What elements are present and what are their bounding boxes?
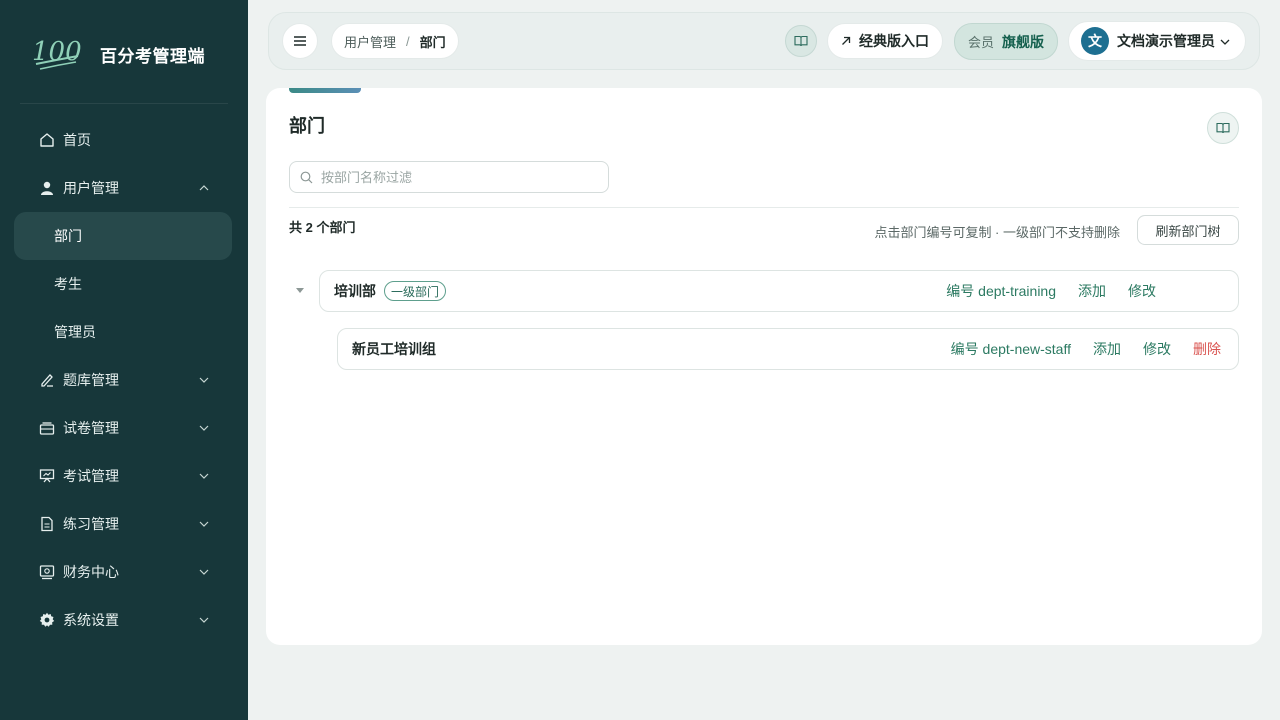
edit-button[interactable]: 修改 — [1128, 281, 1156, 301]
sidebar-item-exams[interactable]: 考试管理 — [14, 452, 232, 500]
docs-button[interactable] — [1207, 112, 1239, 144]
caret-down-icon — [296, 288, 304, 293]
classic-entry-button[interactable]: 经典版入口 — [827, 23, 943, 59]
search-input[interactable] — [321, 169, 581, 185]
tree-toggle-caret[interactable] — [295, 286, 305, 296]
sidebar-item-practice[interactable]: 练习管理 — [14, 500, 232, 548]
sidebar-item-label: 练习管理 — [63, 516, 119, 532]
finance-icon — [38, 564, 55, 581]
sidebar-item-label: 首页 — [63, 132, 91, 148]
docs-button[interactable] — [785, 25, 817, 57]
sidebar-item-label: 部门 — [54, 228, 82, 244]
member-badge[interactable]: 会员 旗舰版 — [954, 23, 1058, 60]
top-bar: 用户管理 / 部门 经典版入口 会员 旗舰版 文 文档演示管理员 — [268, 12, 1260, 70]
sidebar-nav: 首页 用户管理 部门 考生 管理员 题库管理 试卷管理 考试管理 练习管理 财务… — [14, 116, 232, 644]
breadcrumb-separator: / — [406, 33, 410, 49]
breadcrumb: 用户管理 / 部门 — [331, 23, 459, 59]
add-button[interactable]: 添加 — [1093, 339, 1121, 359]
edit-button[interactable]: 修改 — [1143, 339, 1171, 359]
classic-entry-label: 经典版入口 — [859, 33, 929, 49]
tree-node: 培训部 一级部门 编号 dept-training 添加 修改 — [319, 270, 1239, 312]
row-actions: 编号 dept-training 添加 修改 — [946, 271, 1156, 311]
tree-node: 新员工培训组 编号 dept-new-staff 添加 修改 删除 — [337, 328, 1239, 370]
brand-name: 百分考管理端 — [100, 46, 205, 66]
sidebar-item-settings[interactable]: 系统设置 — [14, 596, 232, 644]
sidebar-item-home[interactable]: 首页 — [14, 116, 232, 164]
avatar: 文 — [1081, 27, 1109, 55]
sidebar-item-finance[interactable]: 财务中心 — [14, 548, 232, 596]
sidebar-item-user-management[interactable]: 用户管理 — [14, 164, 232, 212]
divider — [289, 207, 1239, 208]
book-icon — [1216, 122, 1230, 134]
sidebar-item-label: 考试管理 — [63, 468, 119, 484]
sidebar-item-label: 考生 — [54, 276, 82, 292]
department-search — [289, 161, 609, 193]
document-icon — [38, 516, 55, 533]
sidebar-item-label: 财务中心 — [63, 564, 119, 580]
department-code[interactable]: 编号 dept-training — [946, 281, 1056, 301]
chevron-down-icon — [199, 617, 209, 623]
sidebar-item-label: 试卷管理 — [63, 420, 119, 436]
user-icon — [38, 180, 55, 197]
page-title: 部门 — [289, 116, 325, 136]
menu-toggle-button[interactable] — [282, 23, 318, 59]
sidebar-item-label: 用户管理 — [63, 180, 119, 196]
brand-logo: 100 — [32, 37, 82, 70]
sidebar-divider — [20, 103, 228, 104]
user-name: 文档演示管理员 — [1117, 33, 1215, 49]
user-menu-button[interactable]: 文 文档演示管理员 — [1068, 21, 1246, 61]
chevron-down-icon — [199, 569, 209, 575]
chevron-down-icon — [1220, 39, 1230, 45]
refresh-tree-button[interactable]: 刷新部门树 — [1137, 215, 1239, 245]
member-label: 会员 — [967, 35, 994, 50]
department-count: 共 2 个部门 — [289, 220, 356, 235]
department-name: 新员工培训组 — [352, 341, 436, 357]
sidebar-item-label: 题库管理 — [63, 372, 119, 388]
sidebar-item-label: 管理员 — [54, 324, 96, 340]
chevron-down-icon — [199, 473, 209, 479]
presentation-icon — [38, 468, 55, 485]
level-tag: 一级部门 — [384, 281, 447, 301]
sidebar-item-admin[interactable]: 管理员 — [14, 308, 232, 356]
pen-icon — [38, 372, 55, 389]
arrow-up-right-icon — [841, 36, 851, 46]
breadcrumb-current: 部门 — [419, 34, 446, 50]
chevron-down-icon — [199, 521, 209, 527]
add-button[interactable]: 添加 — [1078, 281, 1106, 301]
tray-icon — [38, 420, 55, 437]
breadcrumb-item[interactable]: 用户管理 — [344, 32, 396, 51]
menu-icon — [294, 36, 306, 46]
sidebar-item-examinee[interactable]: 考生 — [14, 260, 232, 308]
copy-hint: 点击部门编号可复制 · 一级部门不支持删除 — [874, 225, 1120, 240]
row-actions: 编号 dept-new-staff 添加 修改 删除 — [951, 329, 1221, 369]
sidebar-item-department[interactable]: 部门 — [14, 212, 232, 260]
brand: 100 百分考管理端 — [32, 34, 205, 74]
department-code[interactable]: 编号 dept-new-staff — [951, 339, 1071, 359]
gear-icon — [38, 612, 55, 629]
home-icon — [38, 132, 55, 149]
book-icon — [794, 35, 808, 47]
chevron-up-icon — [199, 185, 209, 191]
delete-button[interactable]: 删除 — [1193, 339, 1221, 359]
sidebar: 100 百分考管理端 首页 用户管理 部门 考生 管理员 题库管理 试卷管理 考… — [0, 0, 248, 720]
chevron-down-icon — [199, 425, 209, 431]
department-name: 培训部 — [334, 283, 376, 299]
card-accent-bar — [289, 88, 361, 93]
department-card: 部门 共 2 个部门 点击部门编号可复制 · 一级部门不支持删除 刷新部门树 培… — [266, 88, 1262, 645]
search-icon — [300, 171, 313, 183]
sidebar-item-papers[interactable]: 试卷管理 — [14, 404, 232, 452]
member-tier: 旗舰版 — [1002, 33, 1044, 50]
sidebar-item-label: 系统设置 — [63, 612, 119, 628]
chevron-down-icon — [199, 377, 209, 383]
sidebar-item-question-bank[interactable]: 题库管理 — [14, 356, 232, 404]
